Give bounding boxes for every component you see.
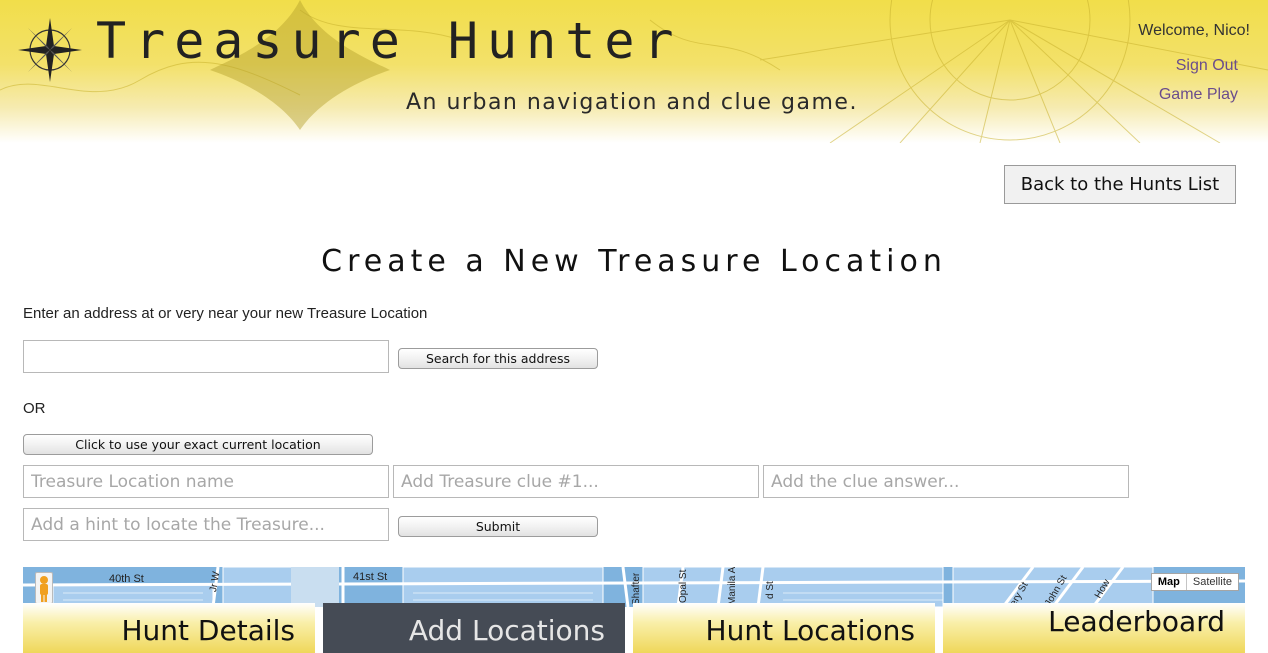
street-label: Shafter [631,572,642,605]
submit-button[interactable]: Submit [398,516,598,537]
compass-rose-icon [18,18,82,82]
address-instruction: Enter an address at or very near your ne… [23,305,428,322]
location-name-field[interactable] [23,465,389,498]
street-label: 41st St [353,571,388,583]
tab-leaderboard[interactable]: Leaderboard [943,603,1245,653]
page-title: Create a New Treasure Location [321,244,947,279]
clue-field[interactable] [393,465,759,498]
game-play-link[interactable]: Game Play [1159,86,1238,104]
welcome-message: Welcome, Nico! [1138,22,1250,39]
search-address-button[interactable]: Search for this address [398,348,598,369]
sign-out-link[interactable]: Sign Out [1176,57,1238,75]
map-view[interactable]: Map Satellite 40th St Jr W 41st St Shaft… [23,567,1245,607]
street-view-pegman-icon[interactable] [35,572,53,604]
street-label: 40th St [109,573,144,585]
clue-answer-field[interactable] [763,465,1129,498]
address-input[interactable] [23,340,389,373]
map-type-satellite[interactable]: Satellite [1187,574,1238,590]
or-separator: OR [23,400,46,417]
street-label: Opal St [678,569,689,603]
map-type-control[interactable]: Map Satellite [1150,573,1239,591]
street-label: d St [765,581,776,599]
use-current-location-button[interactable]: Click to use your exact current location [23,434,373,455]
street-label: Manila A [727,567,738,605]
map-type-map[interactable]: Map [1152,574,1187,590]
back-to-hunts-list-button[interactable]: Back to the Hunts List [1004,165,1236,204]
tab-hunt-details[interactable]: Hunt Details [23,603,315,653]
tab-add-locations[interactable]: Add Locations [323,603,625,653]
site-header: Treasure Hunter An urban navigation and … [0,0,1268,143]
site-tagline: An urban navigation and clue game. [406,90,858,115]
tab-hunt-locations[interactable]: Hunt Locations [633,603,935,653]
site-title: Treasure Hunter [96,12,683,70]
hint-field[interactable] [23,508,389,541]
